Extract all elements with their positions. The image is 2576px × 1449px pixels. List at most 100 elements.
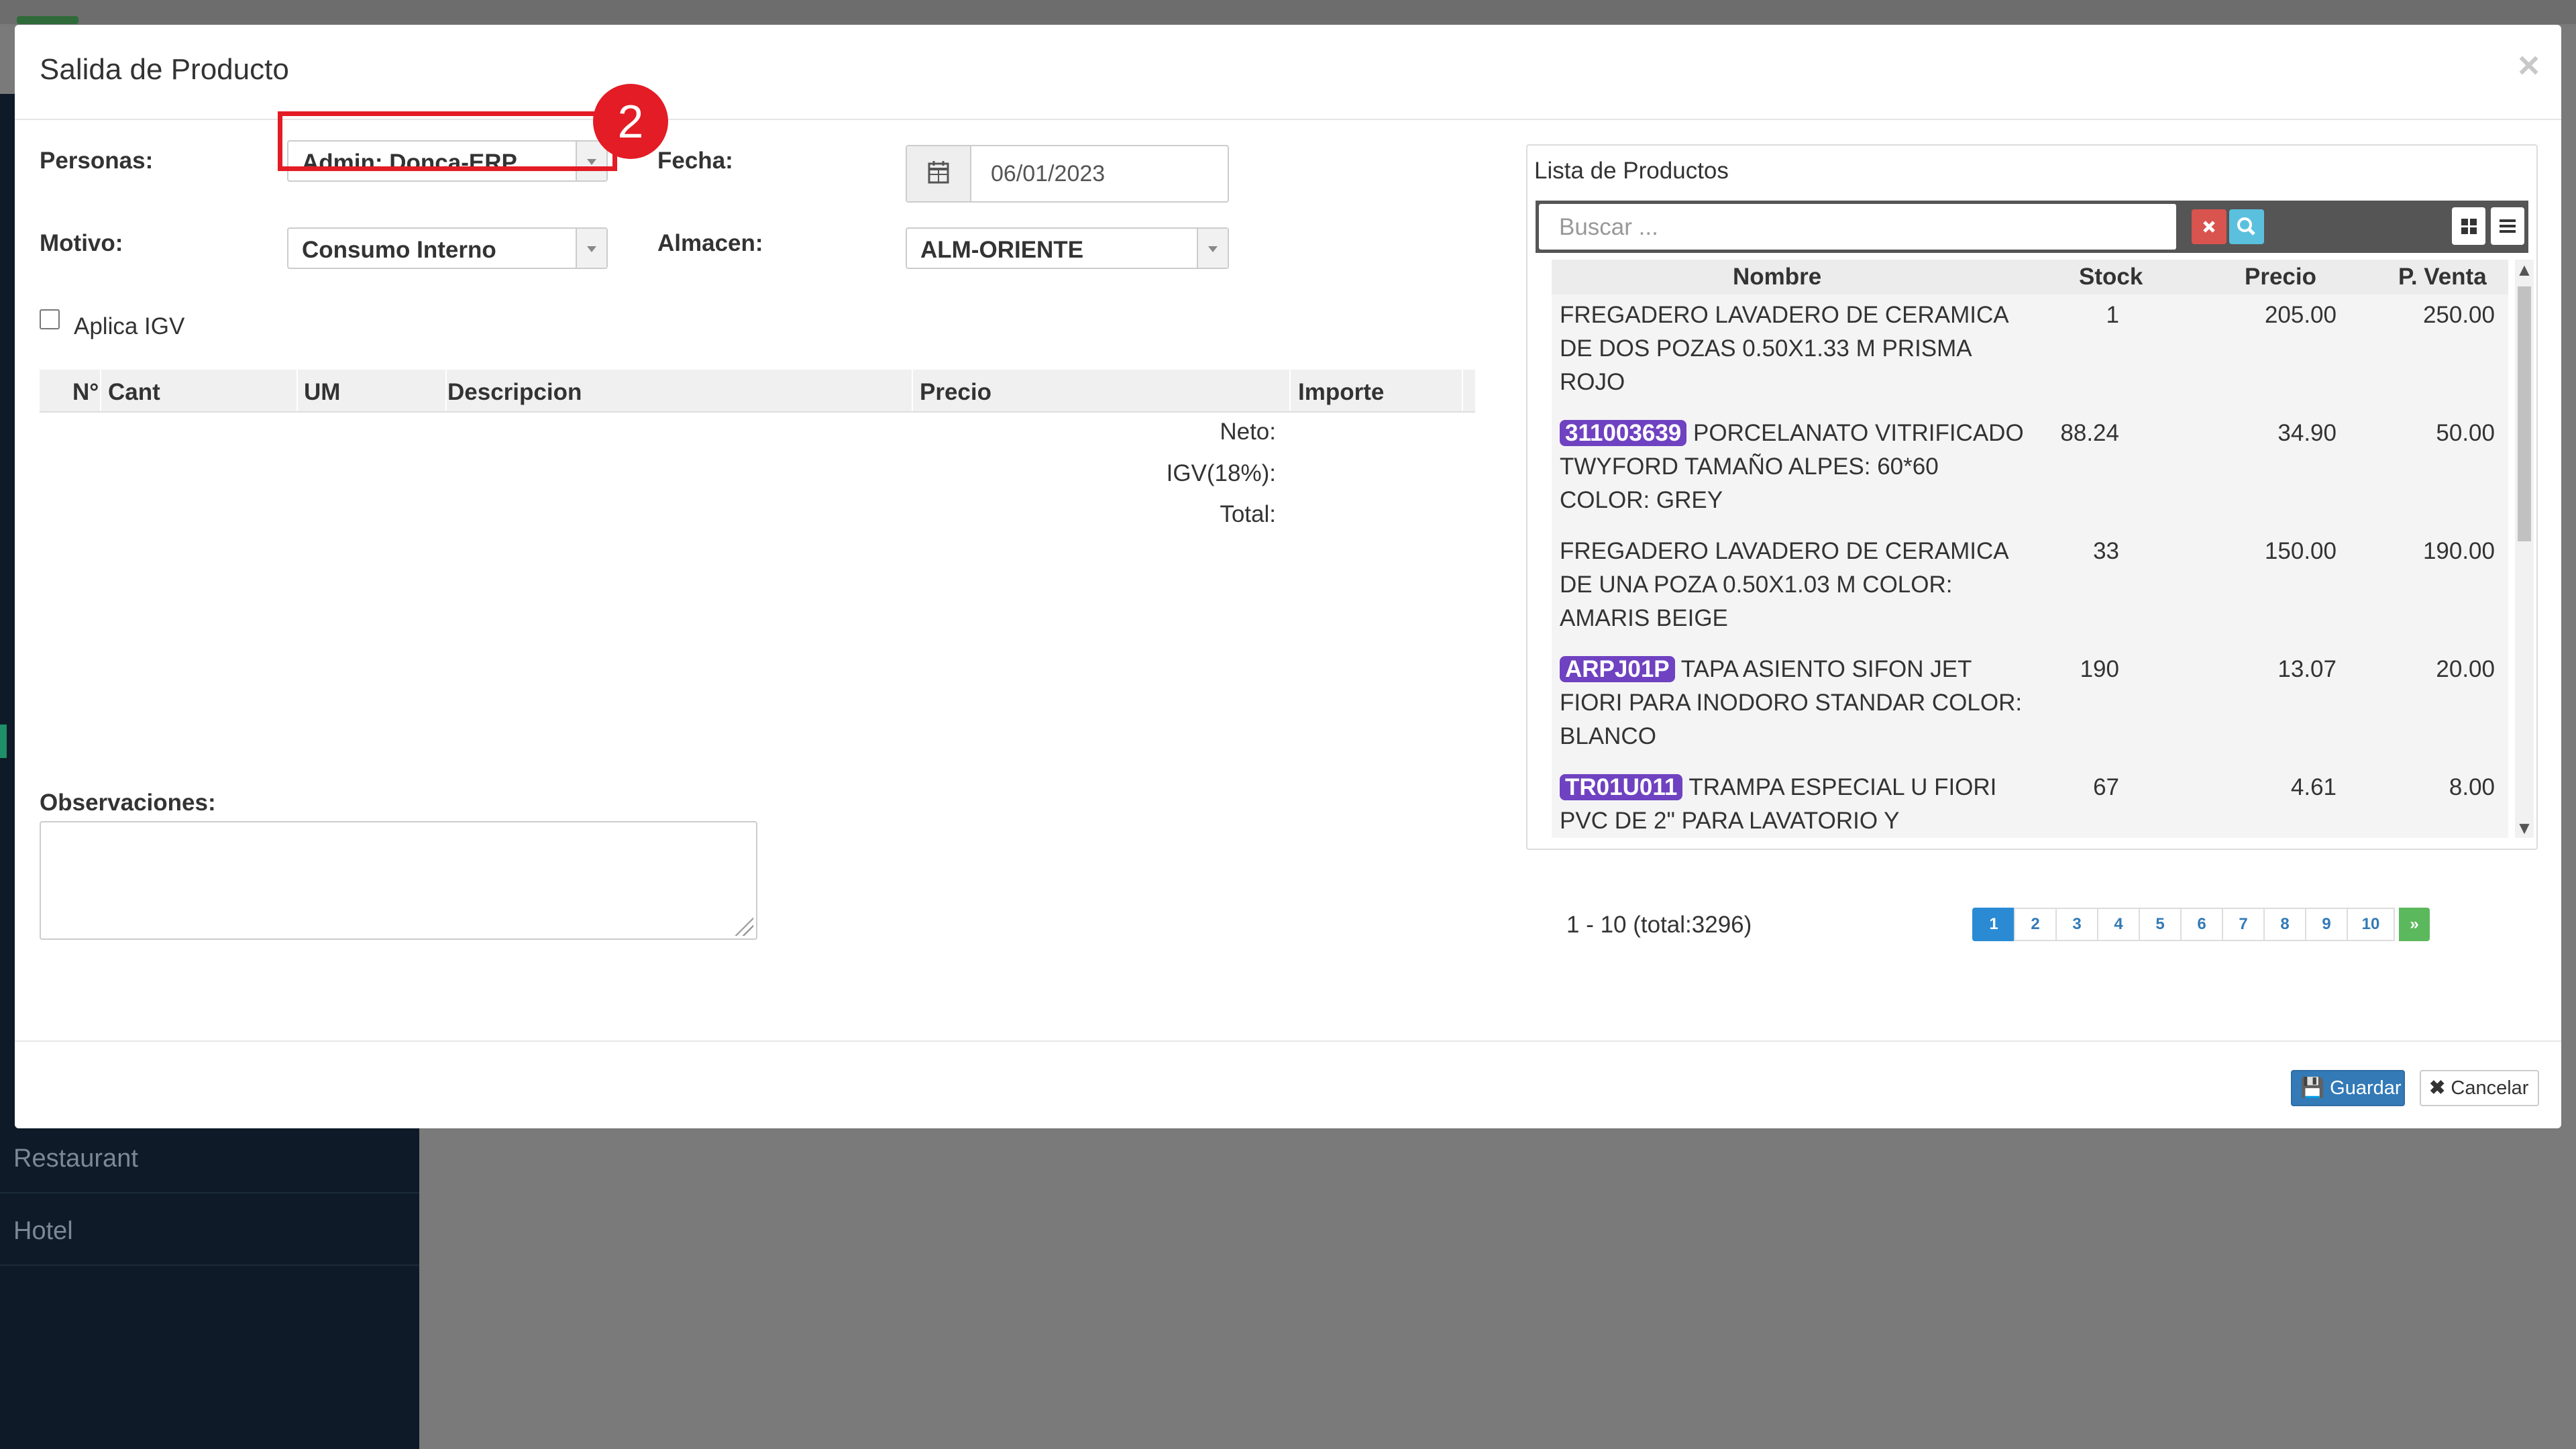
- resize-handle-icon[interactable]: [735, 917, 753, 936]
- product-price: 205.00: [2264, 302, 2337, 328]
- sidebar-item-hotel[interactable]: Hotel: [0, 1194, 419, 1266]
- page-7[interactable]: 7: [2222, 908, 2265, 941]
- items-table-header: N° Cant UM Descripcion Precio Importe: [40, 370, 1475, 413]
- cancel-label: Cancelar: [2451, 1077, 2529, 1099]
- page-10[interactable]: 10: [2347, 908, 2395, 941]
- clear-search-icon[interactable]: [2192, 209, 2226, 244]
- product-price: 150.00: [2264, 538, 2337, 564]
- page-2[interactable]: 2: [2014, 908, 2057, 941]
- sidebar-item-restaurant[interactable]: Restaurant: [0, 1122, 419, 1193]
- page-8[interactable]: 8: [2263, 908, 2306, 941]
- page-1[interactable]: 1: [1972, 908, 2015, 941]
- product-list-scrollbar[interactable]: ▲ ▼: [2515, 260, 2534, 838]
- col-nombre: Nombre: [1733, 264, 1822, 290]
- product-stock: 33: [2093, 538, 2119, 564]
- product-stock: 67: [2093, 774, 2119, 800]
- chevron-up-icon[interactable]: ▲: [2515, 260, 2534, 280]
- page-4[interactable]: 4: [2097, 908, 2140, 941]
- chevron-down-icon: [576, 229, 606, 268]
- product-list-title: Lista de Productos: [1534, 158, 1729, 184]
- floppy-disk-icon: 💾: [2300, 1077, 2325, 1099]
- col-p-venta: P. Venta: [2398, 264, 2487, 290]
- product-price: 13.07: [2277, 656, 2337, 682]
- fecha-value: 06/01/2023: [991, 161, 1106, 186]
- motivo-select[interactable]: Consumo Interno: [287, 227, 608, 269]
- product-sale-price: 8.00: [2449, 774, 2495, 800]
- product-search-input[interactable]: Buscar ...: [1539, 204, 2176, 250]
- tutorial-highlight-box: [278, 111, 617, 171]
- sidebar-active-accent: [0, 724, 7, 758]
- product-stock: 1: [2106, 302, 2119, 328]
- product-name: ARPJ01P TAPA ASIENTO SIFON JET FIORI PAR…: [1560, 656, 2023, 749]
- fecha-input[interactable]: 06/01/2023: [906, 145, 1229, 203]
- product-name: TR01U011 TRAMPA ESPECIAL U FIORI PVC DE …: [1560, 774, 1997, 834]
- product-row[interactable]: FREGADERO LAVADERO DE CERAMICA DE UNA PO…: [1552, 531, 2508, 650]
- igv-label: IGV(18%):: [1166, 460, 1276, 486]
- aplica-igv-label: Aplica IGV: [74, 313, 185, 339]
- col-um: UM: [304, 379, 341, 405]
- close-icon: ✖: [2429, 1077, 2446, 1099]
- product-row[interactable]: FREGADERO LAVADERO DE CERAMICA DE DOS PO…: [1552, 294, 2508, 414]
- aplica-igv-checkbox[interactable]: [40, 309, 60, 329]
- product-row[interactable]: 311003639 PORCELANATO VITRIFICADO TWYFOR…: [1552, 413, 2508, 532]
- chevron-down-icon[interactable]: ▼: [2515, 818, 2534, 838]
- column-divider: [100, 370, 101, 411]
- product-code-badge: 311003639: [1560, 420, 1687, 446]
- cancel-button[interactable]: ✖ Cancelar: [2420, 1070, 2539, 1106]
- col-precio: Precio: [2245, 264, 2316, 290]
- col-cant: Cant: [108, 379, 160, 405]
- product-sale-price: 20.00: [2436, 656, 2495, 682]
- page-5[interactable]: 5: [2139, 908, 2182, 941]
- salida-producto-modal: Salida de Producto × Personas: Admin: Do…: [15, 25, 2561, 1128]
- product-row[interactable]: ARPJ01P TAPA ASIENTO SIFON JET FIORI PAR…: [1552, 649, 2508, 768]
- column-divider: [445, 370, 447, 411]
- observaciones-label: Observaciones:: [40, 790, 216, 816]
- product-rows: FREGADERO LAVADERO DE CERAMICA DE DOS PO…: [1552, 294, 2508, 838]
- column-divider: [1289, 370, 1291, 411]
- product-stock: 88.24: [2060, 420, 2119, 446]
- sidebar-item-label: Restaurant: [13, 1144, 138, 1173]
- col-importe: Importe: [1298, 379, 1385, 405]
- modal-footer: 💾 Guardar ✖ Cancelar: [15, 1040, 2561, 1130]
- page-9[interactable]: 9: [2305, 908, 2348, 941]
- pager-info: 1 - 10 (total:3296): [1566, 912, 1752, 938]
- calendar-icon[interactable]: [907, 146, 971, 201]
- tutorial-step-badge: 2: [593, 84, 668, 159]
- column-divider: [1462, 370, 1463, 411]
- sidebar-item-label: Hotel: [13, 1217, 73, 1245]
- scrollbar-thumb[interactable]: [2518, 286, 2531, 541]
- page-6[interactable]: 6: [2180, 908, 2223, 941]
- save-label: Guardar: [2330, 1077, 2402, 1099]
- save-button[interactable]: 💾 Guardar: [2291, 1070, 2405, 1106]
- product-sale-price: 190.00: [2422, 538, 2495, 564]
- total-label: Total:: [1220, 501, 1276, 527]
- almacen-value: ALM-ORIENTE: [920, 237, 1084, 263]
- list-view-icon[interactable]: [2491, 207, 2524, 245]
- product-code-badge: ARPJ01P: [1560, 656, 1675, 682]
- product-name: FREGADERO LAVADERO DE CERAMICA DE DOS PO…: [1560, 302, 2008, 395]
- product-list-toolbar: Buscar ...: [1536, 201, 2528, 253]
- close-icon[interactable]: ×: [2518, 46, 2540, 84]
- fecha-label: Fecha:: [657, 148, 733, 174]
- personas-label: Personas:: [40, 148, 154, 174]
- motivo-value: Consumo Interno: [302, 237, 496, 263]
- motivo-label: Motivo:: [40, 230, 123, 256]
- almacen-select[interactable]: ALM-ORIENTE: [906, 227, 1229, 269]
- pagination: 1 2 3 4 5 6 7 8 9 10 »: [1972, 908, 2430, 943]
- col-numero: N°: [72, 379, 99, 405]
- product-name: FREGADERO LAVADERO DE CERAMICA DE UNA PO…: [1560, 538, 2008, 631]
- page-3[interactable]: 3: [2055, 908, 2098, 941]
- search-icon[interactable]: [2229, 209, 2264, 244]
- background-topbar: [0, 0, 2576, 24]
- grid-view-icon[interactable]: [2452, 207, 2485, 245]
- column-divider: [912, 370, 913, 411]
- product-price: 4.61: [2290, 774, 2337, 800]
- product-list-panel: Lista de Productos Buscar ... Nombre Sto…: [1526, 144, 2538, 850]
- product-row[interactable]: TR01U011 TRAMPA ESPECIAL U FIORI PVC DE …: [1552, 767, 2508, 838]
- next-page-button[interactable]: »: [2399, 908, 2430, 941]
- product-sale-price: 250.00: [2422, 302, 2495, 328]
- chevron-down-icon: [1197, 229, 1228, 268]
- product-price: 34.90: [2277, 420, 2337, 446]
- observaciones-textarea[interactable]: [40, 821, 757, 940]
- modal-header: Salida de Producto ×: [15, 25, 2561, 120]
